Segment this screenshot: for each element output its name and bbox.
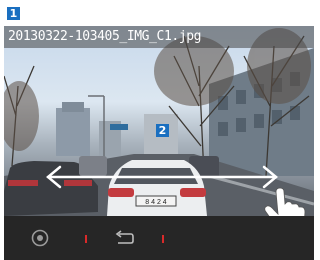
street-scene-image: 8 4 2 4	[4, 28, 314, 216]
callout-badge-2: 2	[156, 124, 169, 137]
record-icon[interactable]	[30, 228, 50, 248]
photo-filename: 20130322-103405_IMG_C1.jpg	[8, 29, 202, 44]
callout-badge-1: 1	[7, 7, 20, 20]
toolbar-separator	[162, 235, 164, 243]
back-icon[interactable]	[112, 228, 136, 248]
bottom-toolbar	[4, 216, 314, 260]
dashcam-photo-view[interactable]: 8 4 2 4 20130322-103405_IMG_C1.jpg	[4, 26, 314, 216]
toolbar-separator	[85, 235, 87, 243]
photo-title-bar: 20130322-103405_IMG_C1.jpg	[4, 26, 314, 48]
license-plate-text: 8 4 2 4	[145, 199, 167, 206]
